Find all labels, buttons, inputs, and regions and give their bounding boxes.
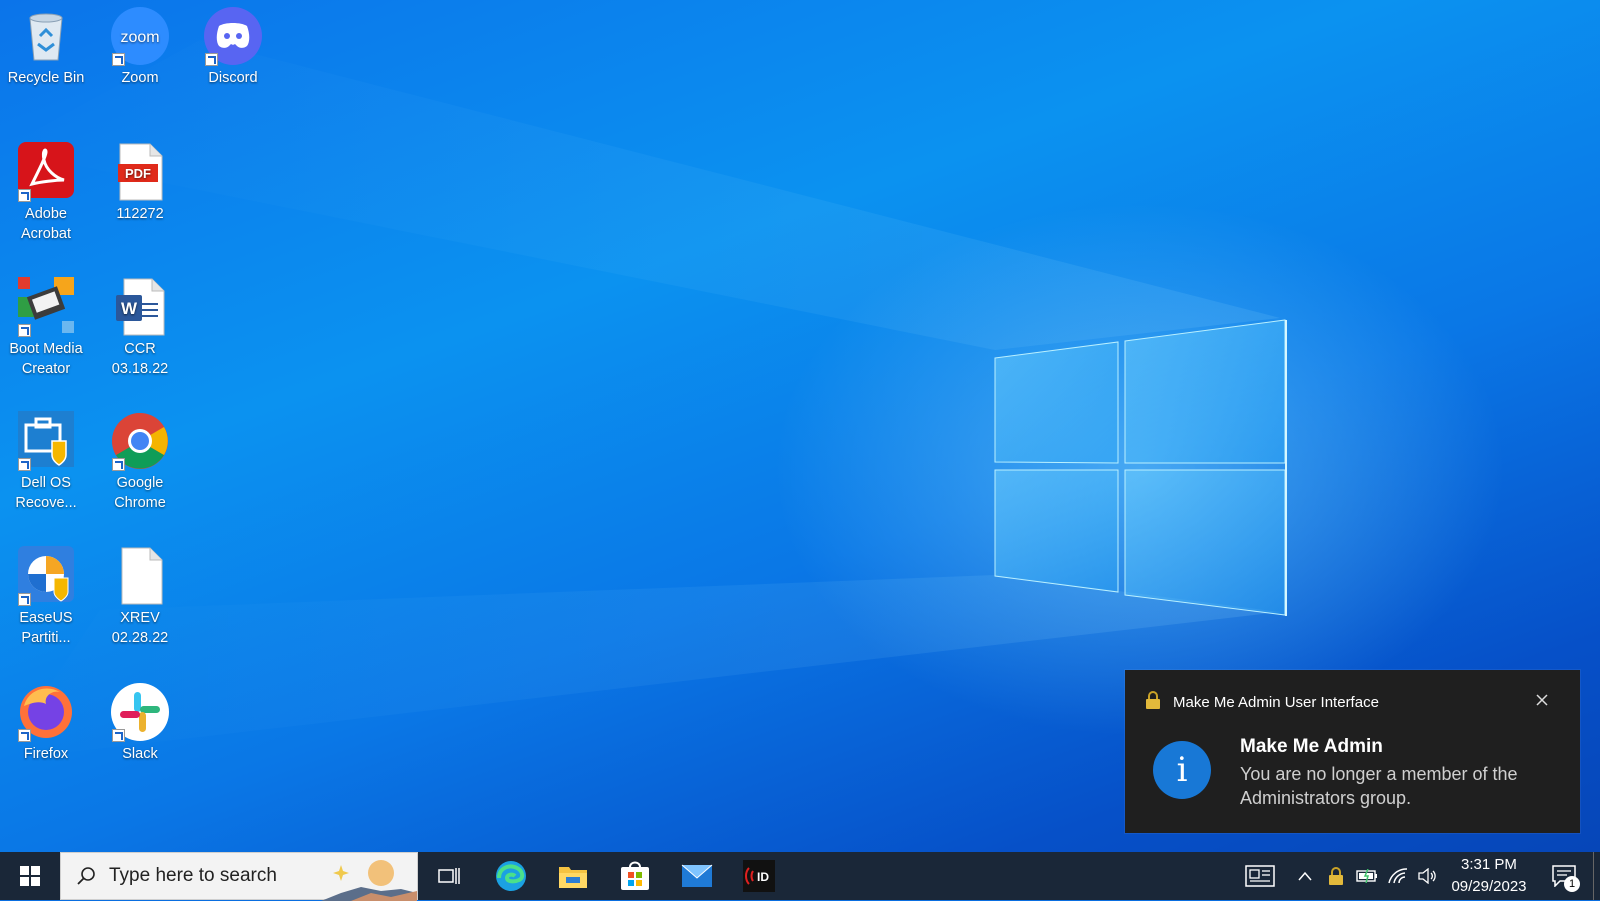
shortcut-arrow-icon (112, 458, 125, 471)
google-chrome-icon (110, 411, 170, 471)
news-icon[interactable] (1231, 852, 1289, 900)
shortcut-arrow-icon (112, 53, 125, 66)
taskbar-search[interactable]: Type here to search (60, 852, 418, 901)
desktop-icon-slack[interactable]: Slack (95, 682, 185, 764)
svg-text:zoom: zoom (120, 29, 159, 46)
task-view-icon[interactable] (418, 852, 480, 900)
toast-header: Make Me Admin User Interface (1145, 690, 1379, 714)
discord-icon (203, 6, 263, 66)
boot-media-creator-icon (16, 277, 76, 337)
shortcut-arrow-icon (18, 189, 31, 202)
taskbar: Type here to search ID 3:31 PM 09/29/202… (0, 852, 1600, 901)
adobe-acrobat-icon (16, 142, 76, 202)
word-document-icon: W (110, 277, 170, 337)
desktop-icon-label: Firefox (23, 746, 69, 762)
shortcut-arrow-icon (18, 458, 31, 471)
mail-icon[interactable] (666, 852, 728, 900)
search-icon (77, 866, 97, 886)
lock-icon (1145, 690, 1161, 714)
easeus-partition-icon (16, 546, 76, 606)
notification-center-button[interactable]: 1 (1535, 852, 1593, 900)
toast-body: You are no longer a member of the Admini… (1240, 764, 1518, 808)
wifi-icon[interactable] (1383, 852, 1413, 900)
desktop-icon-boot-media-creator[interactable]: Boot Media Creator (1, 277, 91, 379)
start-button[interactable] (0, 852, 60, 900)
shortcut-arrow-icon (18, 729, 31, 742)
desktop-icon-label: Zoom (121, 70, 159, 86)
id-app-icon[interactable]: ID (728, 852, 790, 900)
desktop-icon-label: EaseUS Partiti... (19, 610, 73, 646)
shortcut-arrow-icon (18, 324, 31, 337)
desktop-icon-label: Dell OS Recove... (15, 475, 77, 511)
desktop-icon-easeus[interactable]: EaseUS Partiti... (1, 546, 91, 648)
desktop-icon-firefox[interactable]: Firefox (1, 682, 91, 764)
recycle-bin-icon (16, 6, 76, 66)
slack-icon (110, 682, 170, 742)
desktop-icon-google-chrome[interactable]: Google Chrome (95, 411, 185, 513)
toast-notification[interactable]: Make Me Admin User Interface i Make Me A… (1125, 670, 1580, 833)
desktop-icon-label: Recycle Bin (7, 70, 85, 86)
desktop-icon-label: 112272 (116, 206, 164, 222)
svg-text:PDF: PDF (125, 166, 151, 181)
clock[interactable]: 3:31 PM 09/29/2023 (1443, 852, 1535, 900)
pdf-file-icon: PDF (110, 142, 170, 202)
desktop-icon-label: Slack (122, 746, 158, 762)
dell-os-recovery-icon (16, 411, 76, 471)
toast-app-name: Make Me Admin User Interface (1173, 693, 1379, 711)
chevron-up-icon[interactable] (1289, 852, 1321, 900)
search-placeholder: Type here to search (109, 865, 277, 886)
text-file-icon (110, 546, 170, 606)
system-tray: 3:31 PM 09/29/2023 1 (1231, 852, 1600, 900)
show-desktop-button[interactable] (1593, 852, 1600, 900)
svg-text:W: W (121, 299, 138, 318)
desktop-icon-label: XREV 02.28.22 (111, 610, 169, 646)
info-icon: i (1153, 741, 1211, 799)
zoom-icon: zoom (110, 6, 170, 66)
shortcut-arrow-icon (18, 593, 31, 606)
desktop-icon-label: Boot Media Creator (9, 341, 83, 377)
desktop-icon-label: Adobe Acrobat (21, 206, 71, 242)
svg-text:ID: ID (757, 870, 769, 884)
clock-date: 09/29/2023 (1451, 878, 1527, 895)
search-highlight-icon (321, 860, 417, 901)
firefox-icon (16, 682, 76, 742)
desktop-icon-label: Google Chrome (114, 475, 166, 511)
shortcut-arrow-icon (205, 53, 218, 66)
desktop-icon-ccr[interactable]: W CCR 03.18.22 (95, 277, 185, 379)
notification-count-badge: 1 (1564, 876, 1580, 892)
desktop-icon-112272[interactable]: PDF 112272 (95, 142, 185, 224)
edge-icon[interactable] (480, 852, 542, 900)
desktop-icon-xrev[interactable]: XREV 02.28.22 (95, 546, 185, 648)
volume-icon[interactable] (1413, 852, 1443, 900)
toast-title: Make Me Admin (1240, 736, 1383, 757)
windows-logo-icon (20, 866, 40, 886)
desktop-icon-recycle-bin[interactable]: Recycle Bin (1, 6, 91, 88)
clock-time: 3:31 PM (1461, 856, 1517, 873)
desktop-icon-label: Discord (208, 70, 258, 86)
desktop-icon-dell-os-recovery[interactable]: Dell OS Recove... (1, 411, 91, 513)
close-icon[interactable] (1532, 690, 1552, 710)
desktop-icon-discord[interactable]: Discord (188, 6, 278, 88)
info-glyph: i (1176, 750, 1188, 790)
lock-icon[interactable] (1321, 852, 1351, 900)
desktop-icon-zoom[interactable]: zoom Zoom (95, 6, 185, 88)
battery-icon[interactable] (1351, 852, 1383, 900)
shortcut-arrow-icon (112, 729, 125, 742)
desktop-icon-adobe-acrobat[interactable]: Adobe Acrobat (1, 142, 91, 244)
microsoft-store-icon[interactable] (604, 852, 666, 900)
desktop-icon-label: CCR 03.18.22 (111, 341, 169, 377)
file-explorer-icon[interactable] (542, 852, 604, 900)
